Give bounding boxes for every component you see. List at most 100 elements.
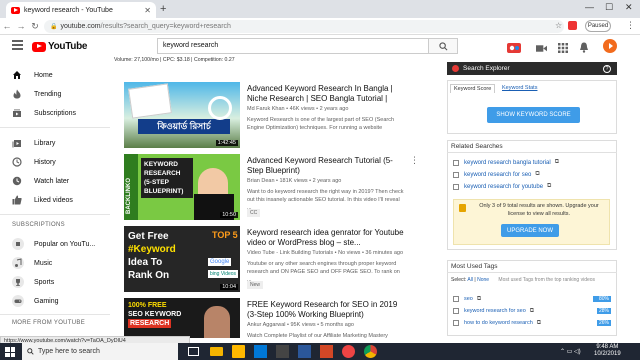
hamburger-menu-icon[interactable] bbox=[12, 40, 23, 50]
tab-keyword-score[interactable]: Keyword Score bbox=[450, 84, 496, 93]
upgrade-notice-text: Only 3 of 9 total results are shown. Upg… bbox=[479, 203, 599, 217]
checkbox[interactable] bbox=[453, 308, 459, 314]
video-thumbnail[interactable]: কিওয়ার্ড রিসার্চ 1:42:45 bbox=[124, 82, 240, 148]
tags-hint: Most used Tags from the top ranking vide… bbox=[498, 277, 596, 283]
close-tab-icon[interactable]: ✕ bbox=[144, 6, 151, 15]
external-link-icon[interactable]: ⧉ bbox=[547, 183, 551, 190]
video-duration: 10:50 bbox=[220, 212, 238, 218]
tab-keyword-stats[interactable]: Keyword Stats bbox=[502, 85, 537, 91]
sidebar-item-history[interactable]: History bbox=[12, 157, 56, 167]
youtube-favicon-icon bbox=[11, 6, 20, 14]
video-title[interactable]: FREE Keyword Research for SEO in 2019 (3… bbox=[247, 300, 405, 320]
magnifier-icon bbox=[208, 96, 232, 120]
sidebar-divider bbox=[0, 314, 110, 315]
extension-icon[interactable] bbox=[568, 21, 577, 30]
sticky-notes-icon[interactable] bbox=[232, 345, 245, 358]
related-search-item[interactable]: keyword research for youtube ⧉ bbox=[453, 183, 551, 190]
system-tray-icons[interactable]: ⌃ ▭ ◁) bbox=[560, 348, 581, 355]
apps-grid-icon[interactable] bbox=[558, 40, 568, 58]
video-thumbnail[interactable]: 100% FREE SEO KEYWORD RESEARCH bbox=[124, 298, 240, 338]
tag-row[interactable]: keyword research for seo ⧉ 28% bbox=[453, 307, 611, 315]
browser-tab[interactable]: keyword research - YouTube ✕ bbox=[6, 2, 156, 18]
sidebar-item-subscriptions[interactable]: Subscriptions bbox=[12, 108, 76, 118]
video-thumbnail[interactable]: BACKLINKO KEYWORD RESEARCH (5-STEP BLUEP… bbox=[124, 154, 240, 220]
sidebar-sub-gaming[interactable]: Gaming bbox=[12, 295, 59, 307]
powerpoint-icon[interactable] bbox=[320, 345, 333, 358]
help-icon[interactable]: ? bbox=[603, 64, 611, 73]
sidebar-item-watch-later[interactable]: Watch later bbox=[12, 176, 69, 186]
select-none-link[interactable]: None bbox=[477, 277, 489, 283]
external-link-icon[interactable]: ⧉ bbox=[530, 308, 534, 315]
windows-start-icon[interactable] bbox=[5, 347, 15, 357]
show-keyword-score-button[interactable]: SHOW KEYWORD SCORE bbox=[487, 107, 580, 123]
tag-usage-bar: 26% bbox=[597, 320, 611, 326]
app-icon[interactable] bbox=[342, 345, 355, 358]
checkbox[interactable] bbox=[453, 159, 459, 166]
taskbar-clock[interactable]: 9:48 AM 10/2/2019 bbox=[594, 344, 621, 358]
sidebar-sub-popular[interactable]: Popular on YouTu... bbox=[12, 238, 95, 250]
video-title[interactable]: Advanced Keyword Research In Bangla | Ni… bbox=[247, 84, 405, 104]
video-description: Keyword Research is one of the largest p… bbox=[247, 117, 395, 131]
video-title[interactable]: Keyword research idea genrator for Youtu… bbox=[247, 228, 405, 248]
taskbar-search-input[interactable]: Type here to search bbox=[22, 343, 178, 360]
browser-menu-icon[interactable]: ⋮ bbox=[626, 20, 635, 31]
sidebar-item-library[interactable]: Library bbox=[12, 138, 55, 148]
tag-row[interactable]: seo ⧉ 80% bbox=[453, 295, 611, 303]
external-link-icon[interactable]: ⧉ bbox=[555, 159, 559, 166]
external-link-icon[interactable]: ⧉ bbox=[535, 171, 539, 178]
word-icon[interactable] bbox=[298, 345, 311, 358]
extension-badge-icon[interactable] bbox=[507, 40, 521, 58]
forward-icon[interactable]: → bbox=[14, 21, 28, 31]
checkbox[interactable] bbox=[453, 320, 459, 326]
sidebar-sub-sports[interactable]: Sports bbox=[12, 276, 54, 288]
checkbox[interactable] bbox=[453, 296, 459, 302]
related-search-item[interactable]: keyword research bangla tutorial ⧉ bbox=[453, 159, 559, 166]
store-icon[interactable] bbox=[276, 345, 289, 358]
back-icon[interactable]: ← bbox=[0, 21, 14, 31]
related-searches-title: Related Searches bbox=[451, 143, 503, 150]
video-title[interactable]: Advanced Keyword Research Tutorial (5-St… bbox=[247, 156, 405, 176]
search-button[interactable] bbox=[428, 38, 458, 54]
checkbox[interactable] bbox=[453, 183, 459, 190]
url-domain: youtube.com bbox=[60, 23, 101, 30]
sidebar-item-trending[interactable]: Trending bbox=[12, 89, 61, 99]
sidebar-item-liked-videos[interactable]: Liked videos bbox=[12, 195, 73, 205]
tag-usage-bar: 80% bbox=[593, 296, 611, 302]
tag-row[interactable]: how to do keyword research ⧉ 26% bbox=[453, 319, 611, 327]
video-meta: Video Tube - Link Building Tutorials • N… bbox=[247, 250, 404, 256]
video-thumbnail[interactable]: Get Free #Keyword Idea To Rank On TOP 5 … bbox=[124, 226, 240, 292]
more-actions-icon[interactable]: ⋮ bbox=[410, 155, 419, 166]
mail-icon[interactable] bbox=[254, 345, 267, 358]
checkbox[interactable] bbox=[453, 171, 459, 178]
notifications-bell-icon[interactable] bbox=[579, 40, 589, 58]
search-input[interactable]: keyword research bbox=[157, 38, 429, 54]
related-search-item[interactable]: keyword research for seo ⧉ bbox=[453, 171, 540, 178]
profile-paused-button[interactable]: Paused bbox=[585, 20, 611, 32]
external-link-icon[interactable]: ⧉ bbox=[537, 320, 541, 327]
upgrade-now-button[interactable]: UPGRADE NOW bbox=[501, 224, 559, 237]
task-view-icon[interactable] bbox=[188, 347, 199, 356]
address-bar[interactable]: 🔒 youtube.com /results?search_query=keyw… bbox=[44, 20, 564, 33]
sidebar-sub-music[interactable]: Music bbox=[12, 257, 52, 269]
history-clock-icon bbox=[12, 157, 22, 167]
minimize-icon[interactable]: — bbox=[585, 2, 594, 12]
bookmark-star-icon[interactable]: ☆ bbox=[555, 21, 562, 30]
account-avatar[interactable] bbox=[603, 39, 617, 53]
google-logo: Google bbox=[208, 258, 232, 266]
most-used-tags-title: Most Used Tags bbox=[451, 263, 498, 270]
reload-icon[interactable]: ↻ bbox=[28, 21, 42, 32]
close-window-icon[interactable]: ✕ bbox=[625, 2, 633, 13]
select-all-link[interactable]: All bbox=[467, 277, 473, 283]
maximize-icon[interactable]: ☐ bbox=[605, 2, 613, 13]
home-icon bbox=[12, 70, 22, 80]
youtube-logo[interactable]: YouTube bbox=[32, 41, 88, 52]
file-explorer-icon[interactable] bbox=[210, 347, 223, 356]
new-tab-button[interactable]: + bbox=[160, 3, 166, 15]
chrome-icon[interactable] bbox=[364, 345, 377, 358]
sidebar-item-home[interactable]: Home bbox=[12, 70, 53, 80]
video-meta: Brian Dean • 181K views • 2 years ago bbox=[247, 178, 342, 184]
panel-divider bbox=[447, 152, 617, 153]
create-video-icon[interactable] bbox=[536, 40, 547, 58]
external-link-icon[interactable]: ⧉ bbox=[477, 296, 481, 303]
tag-usage-bar: 28% bbox=[597, 308, 611, 314]
